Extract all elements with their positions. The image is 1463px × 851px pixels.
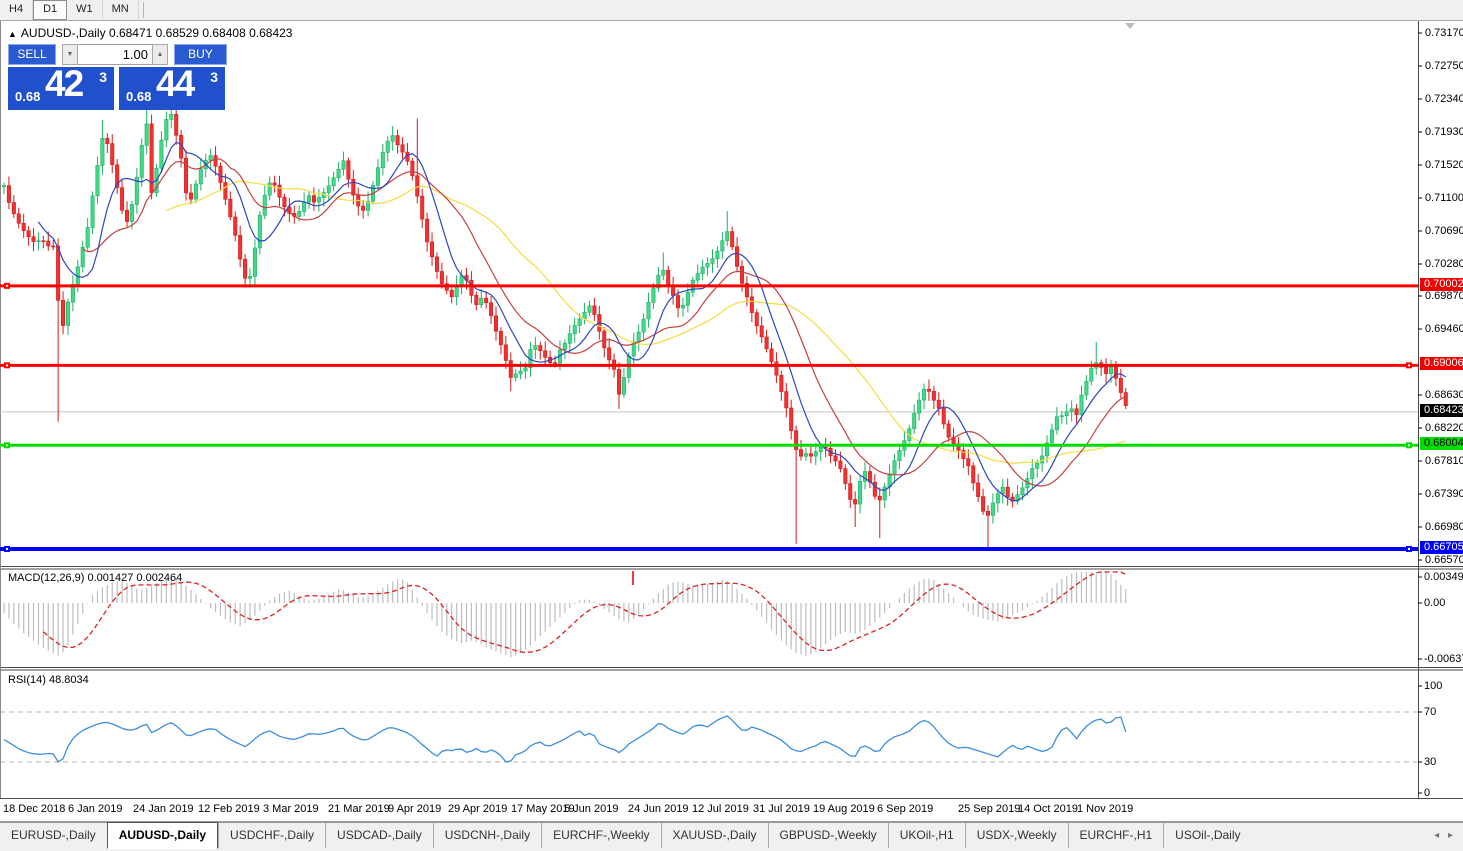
price-tick-label: 0.69870 xyxy=(1425,290,1463,302)
date-axis-label: 25 Sep 2019 xyxy=(958,803,1020,815)
date-axis-label: 9 Apr 2019 xyxy=(388,803,441,815)
date-axis-label: 1 Nov 2019 xyxy=(1077,803,1133,815)
date-axis-label: 6 Jan 2019 xyxy=(68,803,122,815)
chart-tab-usdchf[interactable]: USDCHF-,Daily xyxy=(218,823,325,848)
symbol-period-label: AUDUSD-,Daily xyxy=(21,26,106,40)
date-axis-label: 5 Jun 2019 xyxy=(564,803,618,815)
rsi-tick-label: 70 xyxy=(1424,706,1436,718)
symbol-tabbar: EURUSD-,DailyAUDUSD-,DailyUSDCHF-,DailyU… xyxy=(0,822,1463,851)
tabs-scroll-left-icon[interactable]: ◂ xyxy=(1434,830,1439,841)
date-axis-label: 29 Apr 2019 xyxy=(448,803,507,815)
price-tick-label: 0.68630 xyxy=(1425,389,1463,401)
macd-tick-label: -0.00637 xyxy=(1424,653,1463,665)
date-axis-label: 18 Dec 2018 xyxy=(3,803,65,815)
buy-price-point: 3 xyxy=(210,69,218,85)
date-axis-label: 6 Sep 2019 xyxy=(877,803,933,815)
date-axis-label: 12 Feb 2019 xyxy=(198,803,260,815)
date-axis-label: 14 Oct 2019 xyxy=(1018,803,1078,815)
sell-price-box[interactable]: 0.68 42 3 xyxy=(8,67,114,110)
price-tick-label: 0.70280 xyxy=(1425,258,1463,270)
price-badge: 0.66705 xyxy=(1420,541,1463,554)
price-chart-canvas[interactable] xyxy=(0,0,1463,822)
chart-tab-eurchf[interactable]: EURCHF-,Weekly xyxy=(541,823,660,848)
sell-price-pips: 42 xyxy=(45,63,82,105)
date-axis-label: 12 Jul 2019 xyxy=(692,803,749,815)
timeframe-button-d1[interactable]: D1 xyxy=(33,0,67,20)
chart-tab-ukoil[interactable]: UKOil-,H1 xyxy=(888,823,965,848)
tabs-scroll-right-icon[interactable]: ▸ xyxy=(1448,830,1453,841)
buy-price-prefix: 0.68 xyxy=(126,89,151,104)
date-axis-label: 24 Jan 2019 xyxy=(133,803,194,815)
price-badge: 0.68004 xyxy=(1420,437,1463,450)
chart-tab-usoil[interactable]: USOil-,Daily xyxy=(1163,823,1251,848)
price-tick-label: 0.73170 xyxy=(1425,27,1463,39)
ohlc-values: 0.68471 0.68529 0.68408 0.68423 xyxy=(109,26,293,40)
macd-tick-label: 0.00 xyxy=(1424,597,1445,609)
price-tick-label: 0.68220 xyxy=(1425,422,1463,434)
rsi-tick-label: 30 xyxy=(1424,756,1436,768)
price-tick-label: 0.71100 xyxy=(1425,192,1463,204)
chart-shift-marker-icon xyxy=(1125,23,1135,29)
timeframe-button-mn[interactable]: MN xyxy=(103,0,139,20)
volume-input[interactable] xyxy=(78,44,152,65)
buy-button[interactable]: BUY xyxy=(174,44,227,65)
chart-tab-audusd[interactable]: AUDUSD-,Daily xyxy=(107,822,218,849)
date-axis-label: 21 Mar 2019 xyxy=(328,803,390,815)
timeframe-button-w1[interactable]: W1 xyxy=(67,0,103,20)
chart-tab-eurchf[interactable]: EURCHF-,H1 xyxy=(1068,823,1164,848)
timeframe-button-h4[interactable]: H4 xyxy=(0,0,33,20)
rsi-layer xyxy=(0,712,1418,762)
date-axis-label: 24 Jun 2019 xyxy=(628,803,689,815)
sell-button[interactable]: SELL xyxy=(8,44,56,65)
date-axis-label: 31 Jul 2019 xyxy=(753,803,810,815)
buy-price-box[interactable]: 0.68 44 3 xyxy=(119,67,225,110)
chart-tab-usdx[interactable]: USDX-,Weekly xyxy=(965,823,1068,848)
price-tick-label: 0.71520 xyxy=(1425,159,1463,171)
price-tick-label: 0.70690 xyxy=(1425,225,1463,237)
mt4-terminal: { "toolbar": {"timeframes": ["H4","D1","… xyxy=(0,0,1463,850)
price-tick-label: 0.66980 xyxy=(1425,521,1463,533)
date-axis-label: 19 Aug 2019 xyxy=(813,803,875,815)
price-tick-label: 0.72340 xyxy=(1425,93,1463,105)
timeframe-toolbar: H4D1W1MN xyxy=(0,0,1463,21)
chart-tab-usdcnh[interactable]: USDCNH-,Daily xyxy=(433,823,541,848)
price-badge: 0.69006 xyxy=(1420,357,1463,370)
chart-tab-eurusd[interactable]: EURUSD-,Daily xyxy=(0,823,107,848)
macd-layer xyxy=(4,572,1126,657)
rsi-indicator-label: RSI(14) 48.8034 xyxy=(8,674,89,686)
volume-decrease-button[interactable]: ▼ xyxy=(62,44,78,65)
collapse-symbol-icon[interactable]: ▲ xyxy=(8,29,17,39)
price-badge: 0.68423 xyxy=(1420,404,1463,417)
sell-price-prefix: 0.68 xyxy=(15,89,40,104)
rsi-tick-label: 0 xyxy=(1424,787,1430,799)
one-click-trade-panel: SELL ▼ ▲ BUY 0.68 42 3 0.68 44 3 xyxy=(8,44,227,110)
volume-increase-button[interactable]: ▲ xyxy=(152,44,168,65)
buy-price-pips: 44 xyxy=(156,63,193,105)
sell-price-point: 3 xyxy=(99,69,107,85)
price-tick-label: 0.67390 xyxy=(1425,488,1463,500)
moving-averages-layer xyxy=(38,142,1125,500)
toolbar-separator xyxy=(143,2,144,18)
chart-tab-xauusd[interactable]: XAUUSD-,Daily xyxy=(661,823,768,848)
price-tick-label: 0.72750 xyxy=(1425,60,1463,72)
date-axis-label: 3 Mar 2019 xyxy=(263,803,319,815)
chart-tab-gbpusd[interactable]: GBPUSD-,Weekly xyxy=(768,823,888,848)
macd-tick-label: 0.00349 xyxy=(1424,571,1463,583)
macd-indicator-label: MACD(12,26,9) 0.001427 0.002464 xyxy=(8,572,182,584)
price-tick-label: 0.71930 xyxy=(1425,126,1463,138)
price-badge: 0.70002 xyxy=(1420,278,1463,291)
price-tick-label: 0.66570 xyxy=(1425,554,1463,566)
price-tick-label: 0.69460 xyxy=(1425,323,1463,335)
macd-signal-line xyxy=(43,572,1125,652)
chart-title: ▲ AUDUSD-,Daily 0.68471 0.68529 0.68408 0… xyxy=(8,26,292,40)
price-tick-label: 0.67810 xyxy=(1425,455,1463,467)
rsi-line xyxy=(4,716,1126,762)
chart-tab-usdcad[interactable]: USDCAD-,Daily xyxy=(325,823,433,848)
rsi-tick-label: 100 xyxy=(1424,680,1442,692)
